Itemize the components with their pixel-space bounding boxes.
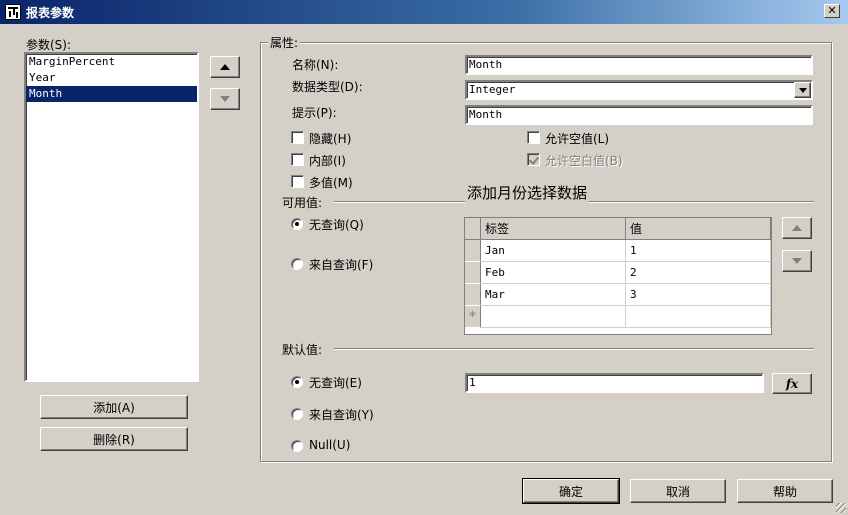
name-input[interactable]: Month	[465, 55, 813, 75]
arrow-down-icon	[792, 258, 802, 264]
params-listbox[interactable]: MarginPercent Year Month	[24, 52, 199, 382]
move-param-down-button[interactable]	[210, 88, 240, 110]
default-null-radio[interactable]	[291, 440, 303, 452]
allow-null-checkbox-label: 允许空值(L)	[545, 132, 610, 146]
move-param-up-button[interactable]	[210, 56, 240, 78]
param-item-month[interactable]: Month	[26, 86, 197, 102]
default-from-query-label: 来自查询(Y)	[309, 408, 374, 422]
title-bar: 报表参数 ✕	[0, 0, 848, 24]
grid-cell-label[interactable]: Jan	[481, 240, 626, 262]
default-values-separator	[334, 348, 814, 350]
new-row-marker-icon[interactable]: *	[465, 306, 481, 328]
available-values-annotation: 添加月份选择数据	[465, 182, 590, 203]
fx-icon: fx	[785, 376, 799, 391]
report-app-icon	[5, 4, 21, 20]
grid-cell-label[interactable]: Mar	[481, 284, 626, 306]
allow-blank-checkbox	[527, 153, 540, 166]
default-no-query-label: 无查询(E)	[309, 376, 362, 390]
grid-new-row-label[interactable]	[481, 306, 626, 328]
param-item-marginpercent[interactable]: MarginPercent	[26, 54, 197, 70]
grid-new-row-value[interactable]	[626, 306, 771, 328]
default-from-query-radio[interactable]	[291, 408, 303, 420]
internal-checkbox-label: 内部(I)	[309, 154, 346, 168]
close-button[interactable]: ✕	[824, 4, 840, 18]
params-label: 参数(S):	[26, 38, 72, 52]
param-item-year[interactable]: Year	[26, 70, 197, 86]
expression-button[interactable]: fx	[772, 373, 812, 394]
name-label: 名称(N):	[292, 58, 339, 72]
help-button[interactable]: 帮助	[737, 479, 833, 503]
available-from-query-label: 来自查询(F)	[309, 258, 374, 272]
move-value-down-button[interactable]	[782, 250, 812, 272]
arrow-down-icon	[220, 96, 230, 102]
grid-cell-label[interactable]: Feb	[481, 262, 626, 284]
default-values-label: 默认值:	[282, 343, 323, 357]
grid-cell-value[interactable]: 1	[626, 240, 771, 262]
arrow-up-icon	[792, 225, 802, 231]
resize-grip[interactable]	[836, 503, 846, 513]
grid-row-header[interactable]	[465, 262, 481, 284]
grid-header-label[interactable]: 标签	[481, 218, 626, 240]
multi-value-checkbox[interactable]	[291, 175, 304, 188]
hidden-checkbox-label: 隐藏(H)	[309, 132, 352, 146]
grid-cell-value[interactable]: 2	[626, 262, 771, 284]
delete-param-button[interactable]: 删除(R)	[40, 427, 188, 451]
data-type-dropdown-button[interactable]	[794, 82, 811, 98]
data-type-label: 数据类型(D):	[292, 80, 363, 94]
grid-cell-value[interactable]: 3	[626, 284, 771, 306]
allow-null-checkbox[interactable]	[527, 131, 540, 144]
properties-group-title: 属性:	[268, 34, 301, 51]
available-values-grid[interactable]: 标签 值 Jan 1 Feb 2 Mar 3 *	[464, 217, 772, 335]
available-values-label: 可用值:	[282, 196, 323, 210]
ok-button[interactable]: 确定	[522, 478, 620, 504]
move-value-up-button[interactable]	[782, 217, 812, 239]
default-no-query-radio[interactable]	[291, 376, 303, 388]
window-title: 报表参数	[26, 6, 75, 20]
chevron-down-icon	[798, 87, 807, 93]
default-value-input[interactable]: 1	[465, 373, 764, 393]
grid-row-header[interactable]	[465, 240, 481, 262]
data-type-select[interactable]: Integer	[465, 80, 813, 100]
cancel-button[interactable]: 取消	[630, 479, 726, 503]
add-param-button[interactable]: 添加(A)	[40, 395, 188, 419]
grid-header-value[interactable]: 值	[626, 218, 771, 240]
prompt-label: 提示(P):	[292, 106, 337, 120]
default-null-label: Null(U)	[309, 438, 351, 452]
available-from-query-radio[interactable]	[291, 258, 303, 270]
available-no-query-label: 无查询(Q)	[309, 218, 364, 232]
multi-value-checkbox-label: 多值(M)	[309, 176, 353, 190]
prompt-input[interactable]: Month	[465, 105, 813, 125]
internal-checkbox[interactable]	[291, 153, 304, 166]
allow-blank-checkbox-label: 允许空白值(B)	[545, 154, 623, 168]
available-no-query-radio[interactable]	[291, 218, 303, 230]
hidden-checkbox[interactable]	[291, 131, 304, 144]
arrow-up-icon	[220, 64, 230, 70]
data-type-value: Integer	[469, 83, 516, 96]
grid-row-header[interactable]	[465, 284, 481, 306]
grid-corner	[465, 218, 481, 240]
